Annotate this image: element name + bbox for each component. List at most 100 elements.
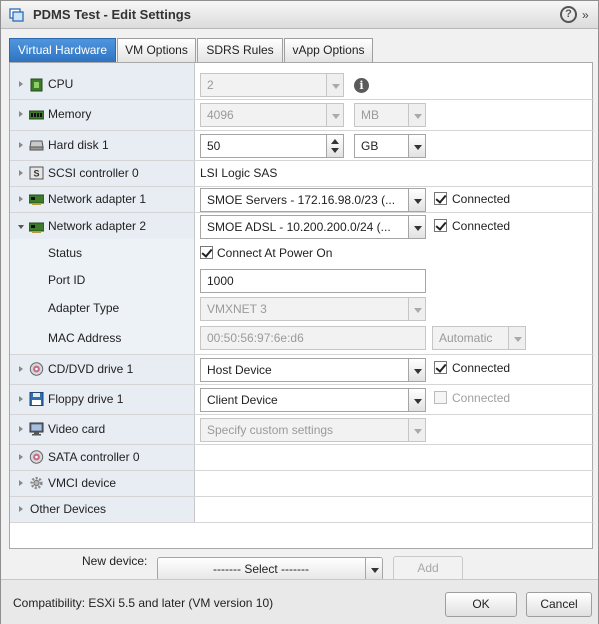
port-id-value: 1000 xyxy=(207,274,234,288)
hard-disk-size-stepper[interactable]: 50 xyxy=(200,134,344,158)
memory-unit-value: MB xyxy=(361,108,379,122)
network-adapter-1-label: Network adapter 1 xyxy=(48,192,147,206)
dropdown-button[interactable] xyxy=(408,216,425,238)
dropdown-button[interactable] xyxy=(408,104,425,126)
network-adapter-1-value: SMOE Servers - 172.16.98.0/23 (... xyxy=(207,193,396,207)
tab-sdrs-rules[interactable]: SDRS Rules xyxy=(197,38,283,62)
connect-at-power-on-label: Connect At Power On xyxy=(217,246,333,260)
floppy-select[interactable]: Client Device xyxy=(200,388,426,412)
dropdown-button[interactable] xyxy=(508,327,525,349)
network-adapter-1-connected-checkbox[interactable] xyxy=(434,192,447,205)
dropdown-button[interactable] xyxy=(365,558,382,580)
expand-chevron-icon[interactable] xyxy=(19,454,23,460)
connect-at-power-on-checkbox[interactable] xyxy=(200,246,213,259)
chevron-down-icon xyxy=(414,226,422,231)
vmci-device-label: VMCI device xyxy=(48,476,117,490)
memory-unit-select[interactable]: MB xyxy=(354,103,426,127)
help-icon[interactable]: ? xyxy=(560,6,577,23)
network-adapter-2-connected-checkbox[interactable] xyxy=(434,219,447,232)
video-card-value: Specify custom settings xyxy=(207,423,334,437)
info-icon[interactable]: i xyxy=(354,78,369,93)
cd-dvd-icon xyxy=(29,362,44,376)
expand-chevron-icon[interactable] xyxy=(19,396,23,402)
network-adapter-1-connected-label: Connected xyxy=(452,192,511,206)
chevron-down-icon xyxy=(332,84,340,89)
port-id-label: Port ID xyxy=(48,273,86,287)
hard-disk-unit-select[interactable]: GB xyxy=(354,134,426,158)
edit-settings-dialog: PDMS Test - Edit Settings ? » Virtual Ha… xyxy=(0,0,599,624)
dropdown-button[interactable] xyxy=(408,189,425,211)
cd-dvd-select[interactable]: Host Device xyxy=(200,358,426,382)
row-divider xyxy=(10,414,594,415)
window-title: PDMS Test - Edit Settings xyxy=(33,7,191,22)
collapse-chevron-icon[interactable] xyxy=(18,225,24,229)
port-id-input[interactable]: 1000 xyxy=(200,269,426,293)
row-divider xyxy=(10,444,594,445)
row-divider xyxy=(10,212,594,213)
cancel-button[interactable]: Cancel xyxy=(526,592,592,617)
new-device-select[interactable]: ------- Select ------- xyxy=(157,557,383,581)
network-adapter-2-select[interactable]: SMOE ADSL - 10.200.200.0/24 (... xyxy=(200,215,426,239)
expand-chevron-icon[interactable] xyxy=(19,81,23,87)
cpu-count-select[interactable]: 2 xyxy=(200,73,344,97)
dropdown-button[interactable] xyxy=(408,135,425,157)
dropdown-button[interactable] xyxy=(408,389,425,411)
mac-address-mode-select[interactable]: Automatic xyxy=(432,326,526,350)
tab-virtual-hardware[interactable]: Virtual Hardware xyxy=(9,38,116,62)
floppy-connected-checkbox[interactable] xyxy=(434,391,447,404)
compatibility-text: Compatibility: ESXi 5.5 and later (VM ve… xyxy=(13,596,274,610)
new-device-select-value: ------- Select ------- xyxy=(213,562,309,576)
expand-chevron-icon[interactable] xyxy=(19,366,23,372)
mac-address-mode-value: Automatic xyxy=(439,331,493,345)
memory-icon xyxy=(29,110,44,120)
chevron-down-icon xyxy=(514,337,522,342)
gear-icon xyxy=(30,476,43,490)
expand-chevron-icon[interactable] xyxy=(19,426,23,432)
row-divider xyxy=(10,496,594,497)
expand-chevron-icon[interactable] xyxy=(19,142,23,148)
virtual-hardware-panel: CPU 2 i Memory 4096 MB Hard disk 1 50 GB… xyxy=(9,62,594,549)
row-divider xyxy=(10,99,594,100)
dropdown-button[interactable] xyxy=(326,104,343,126)
hard-disk-label: Hard disk 1 xyxy=(48,138,109,152)
adapter-type-select[interactable]: VMXNET 3 xyxy=(200,297,426,321)
add-device-button[interactable]: Add xyxy=(393,556,463,581)
memory-size-value: 4096 xyxy=(207,108,234,122)
expand-chevron-icon[interactable] xyxy=(19,196,23,202)
sata-controller-icon xyxy=(29,450,44,464)
floppy-label: Floppy drive 1 xyxy=(48,392,124,406)
adapter-type-label: Adapter Type xyxy=(48,301,120,315)
video-card-select[interactable]: Specify custom settings xyxy=(200,418,426,442)
ok-button[interactable]: OK xyxy=(445,592,517,617)
expand-chevron-icon[interactable] xyxy=(19,506,23,512)
double-chevron-right-icon[interactable]: » xyxy=(582,8,589,22)
video-card-label: Video card xyxy=(48,422,106,436)
tab-vm-options[interactable]: VM Options xyxy=(117,38,196,62)
cpu-icon xyxy=(30,78,43,92)
network-adapter-1-select[interactable]: SMOE Servers - 172.16.98.0/23 (... xyxy=(200,188,426,212)
chevron-down-icon xyxy=(414,199,422,204)
chevron-down-icon xyxy=(414,308,422,313)
svg-text:S: S xyxy=(33,169,39,179)
expand-chevron-icon[interactable] xyxy=(19,480,23,486)
dropdown-button[interactable] xyxy=(408,359,425,381)
mac-address-input[interactable]: 00:50:56:97:6e:d6 xyxy=(200,326,426,350)
cpu-count-value: 2 xyxy=(207,78,214,92)
dropdown-button[interactable] xyxy=(326,74,343,96)
dropdown-button[interactable] xyxy=(408,298,425,320)
stepper-up-icon[interactable] xyxy=(331,139,339,144)
expand-chevron-icon[interactable] xyxy=(19,111,23,117)
memory-size-input[interactable]: 4096 xyxy=(200,103,344,127)
vm-icon xyxy=(9,8,24,22)
chevron-down-icon xyxy=(414,429,422,434)
dropdown-button[interactable] xyxy=(408,419,425,441)
expand-chevron-icon[interactable] xyxy=(19,170,23,176)
floppy-connected-label: Connected xyxy=(452,391,511,405)
stepper-down-icon[interactable] xyxy=(331,148,339,153)
hard-disk-icon xyxy=(29,140,44,151)
stepper-buttons[interactable] xyxy=(326,135,343,157)
cd-dvd-connected-checkbox[interactable] xyxy=(434,361,447,374)
tab-vapp-options[interactable]: vApp Options xyxy=(284,38,373,62)
cpu-label: CPU xyxy=(48,77,74,91)
hard-disk-size-value: 50 xyxy=(207,139,221,153)
